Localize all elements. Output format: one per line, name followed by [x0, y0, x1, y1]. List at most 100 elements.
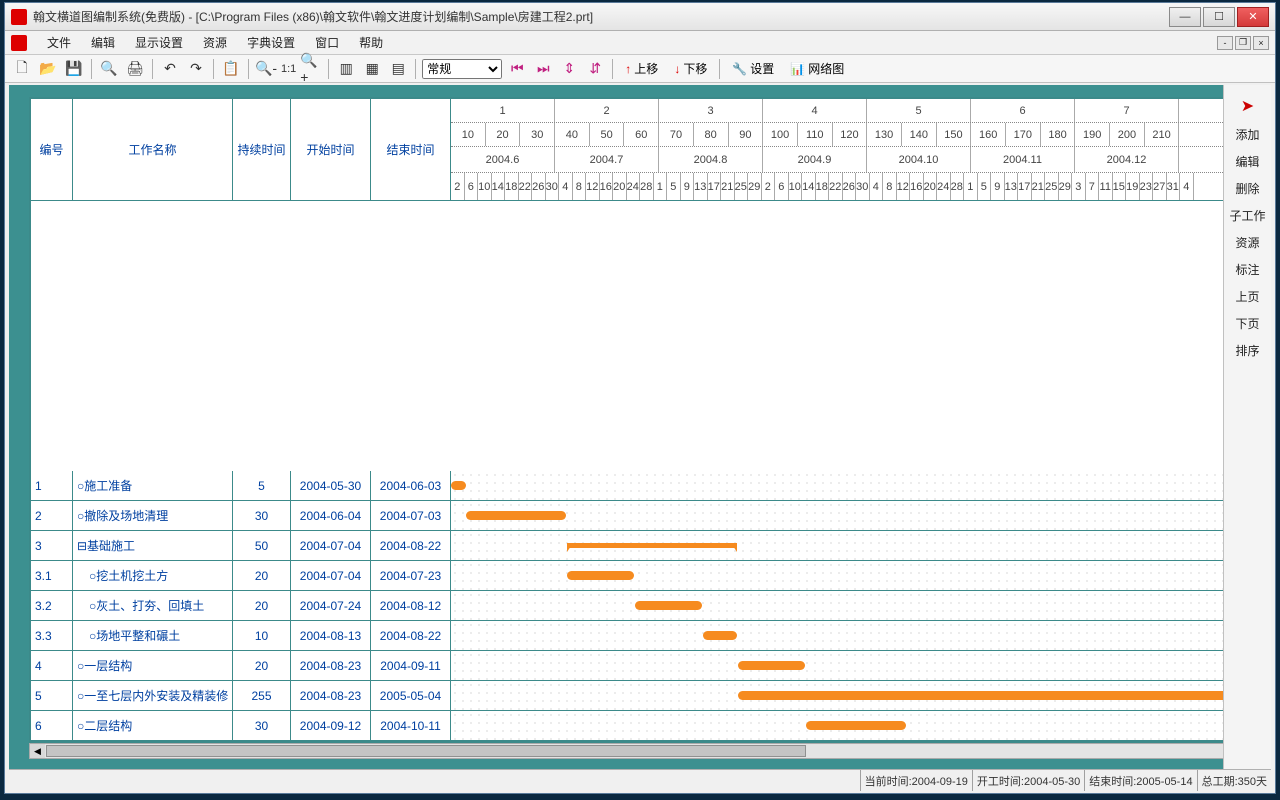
move-down-button[interactable]: ↓下移	[668, 60, 713, 77]
zoom-reset[interactable]: 1:1	[281, 58, 296, 80]
side-下页[interactable]: 下页	[1226, 310, 1269, 337]
side-编辑[interactable]: 编辑	[1226, 148, 1269, 175]
collapse-icon[interactable]: ⇕	[558, 58, 580, 80]
nav-last-icon[interactable]: ⏭	[532, 58, 554, 80]
task-row[interactable]: 3.1 ○挖土机挖土方202004-07-042004-07-23	[31, 561, 1243, 591]
bar-area[interactable]	[451, 531, 1243, 560]
gantt-bar[interactable]	[806, 721, 906, 730]
layout1-icon[interactable]: ▥	[335, 58, 357, 80]
nav-first-icon[interactable]: ⏮	[506, 58, 528, 80]
gantt-chart[interactable]: 编号 工作名称 持续时间 开始时间 结束时间 1234567 102030405…	[29, 97, 1245, 743]
menu-窗口[interactable]: 窗口	[305, 34, 349, 52]
scale-cell: 10	[789, 173, 803, 201]
col-name-header[interactable]: 工作名称	[73, 99, 233, 201]
expand-icon[interactable]: ⇵	[584, 58, 606, 80]
menu-显示设置[interactable]: 显示设置	[125, 34, 193, 52]
save-icon[interactable]: 💾	[63, 58, 85, 80]
col-dur-header[interactable]: 持续时间	[233, 99, 291, 201]
scale-cell: 9	[991, 173, 1005, 201]
menu-字典设置[interactable]: 字典设置	[237, 34, 305, 52]
gantt-bar[interactable]	[466, 511, 566, 520]
layout3-icon[interactable]: ▤	[387, 58, 409, 80]
cell-end: 2004-08-22	[371, 621, 451, 650]
bar-area[interactable]	[451, 681, 1243, 710]
bar-area[interactable]	[451, 501, 1243, 530]
cell-name: ○施工准备	[73, 471, 233, 500]
view-select[interactable]: 常规	[422, 59, 502, 79]
col-start-header[interactable]: 开始时间	[291, 99, 371, 201]
zoomin-icon[interactable]: 🔍+	[300, 58, 322, 80]
menu-编辑[interactable]: 编辑	[81, 34, 125, 52]
layout2-icon[interactable]: ▦	[361, 58, 383, 80]
side-删除[interactable]: 删除	[1226, 175, 1269, 202]
move-up-button[interactable]: ↑上移	[619, 60, 664, 77]
mdi-min-button[interactable]: -	[1217, 36, 1233, 50]
menu-文件[interactable]: 文件	[37, 34, 81, 52]
print-icon[interactable]: 🖨	[124, 58, 146, 80]
settings-button[interactable]: 🔧设置	[726, 60, 780, 77]
task-row[interactable]: 6○二层结构302004-09-122004-10-11	[31, 711, 1243, 741]
side-上页[interactable]: 上页	[1226, 283, 1269, 310]
horizontal-scrollbar[interactable]: ◀ ▶	[29, 743, 1245, 759]
bar-area[interactable]	[451, 621, 1243, 650]
zoomout-icon[interactable]: 🔍-	[255, 58, 277, 80]
task-row[interactable]: 3.3 ○场地平整和碾土102004-08-132004-08-22	[31, 621, 1243, 651]
side-标注[interactable]: 标注	[1226, 256, 1269, 283]
side-资源[interactable]: 资源	[1226, 229, 1269, 256]
gantt-bar[interactable]	[567, 571, 634, 580]
gantt-bar[interactable]	[703, 631, 737, 640]
gantt-bar[interactable]	[451, 481, 466, 490]
task-row[interactable]: 2○撤除及场地清理302004-06-042004-07-03	[31, 501, 1243, 531]
gantt-bar[interactable]	[635, 601, 702, 610]
scale-cell: 70	[659, 123, 694, 146]
bar-area[interactable]	[451, 651, 1243, 680]
bar-area[interactable]	[451, 711, 1243, 740]
task-row[interactable]: 1○施工准备52004-05-302004-06-03	[31, 471, 1243, 501]
task-row[interactable]: 4○一层结构202004-08-232004-09-11	[31, 651, 1243, 681]
pointer-icon[interactable]: ➤	[1226, 91, 1269, 121]
scale-cell: 6	[775, 173, 789, 201]
bar-area[interactable]	[451, 471, 1243, 500]
scale-cell: 29	[748, 173, 762, 201]
task-row[interactable]: 3.2 ○灰土、打夯、回填土202004-07-242004-08-12	[31, 591, 1243, 621]
status-current: 当前时间:2004-09-19	[860, 770, 972, 791]
gantt-bar[interactable]	[567, 543, 737, 548]
undo-icon[interactable]: ↶	[159, 58, 181, 80]
close-button[interactable]: ✕	[1237, 7, 1269, 27]
menu-帮助[interactable]: 帮助	[349, 34, 393, 52]
open-icon[interactable]: 📂	[37, 58, 59, 80]
side-子工作[interactable]: 子工作	[1226, 202, 1269, 229]
mdi-restore-button[interactable]: ❐	[1235, 36, 1251, 50]
cell-name: ○场地平整和碾土	[73, 621, 233, 650]
new-icon[interactable]: 🗋	[11, 58, 33, 80]
scale-cell: 190	[1075, 123, 1110, 146]
gantt-bar[interactable]	[738, 691, 1238, 700]
col-id-header[interactable]: 编号	[31, 99, 73, 201]
side-排序[interactable]: 排序	[1226, 337, 1269, 364]
minimize-button[interactable]: —	[1169, 7, 1201, 27]
mdi-close-button[interactable]: ×	[1253, 36, 1269, 50]
window-title: 翰文横道图编制系统(免费版) - [C:\Program Files (x86)…	[33, 8, 1169, 25]
workspace: 编号 工作名称 持续时间 开始时间 结束时间 1234567 102030405…	[9, 85, 1271, 769]
copy-icon[interactable]: 📋	[220, 58, 242, 80]
scale-cell: 140	[902, 123, 937, 146]
bar-area[interactable]	[451, 561, 1243, 590]
preview-icon[interactable]: 🔍	[98, 58, 120, 80]
menu-资源[interactable]: 资源	[193, 34, 237, 52]
gantt-bar[interactable]	[738, 661, 805, 670]
scale-cell: 130	[867, 123, 902, 146]
bar-area[interactable]	[451, 591, 1243, 620]
redo-icon[interactable]: ↷	[185, 58, 207, 80]
maximize-button[interactable]: ☐	[1203, 7, 1235, 27]
scale-cell: 1	[451, 99, 555, 122]
network-button[interactable]: 📊网络图	[784, 60, 850, 77]
task-row[interactable]: 3⊟基础施工502004-07-042004-08-22	[31, 531, 1243, 561]
scale-cell: 31	[1167, 173, 1181, 201]
scale-cell: 2004.7	[555, 147, 659, 172]
titlebar[interactable]: 翰文横道图编制系统(免费版) - [C:\Program Files (x86)…	[5, 3, 1275, 31]
cell-end: 2005-05-04	[371, 681, 451, 710]
col-end-header[interactable]: 结束时间	[371, 99, 451, 201]
task-row[interactable]: 5○一至七层内外安装及精装修2552004-08-232005-05-04	[31, 681, 1243, 711]
scale-cell: 3	[1072, 173, 1086, 201]
side-添加[interactable]: 添加	[1226, 121, 1269, 148]
